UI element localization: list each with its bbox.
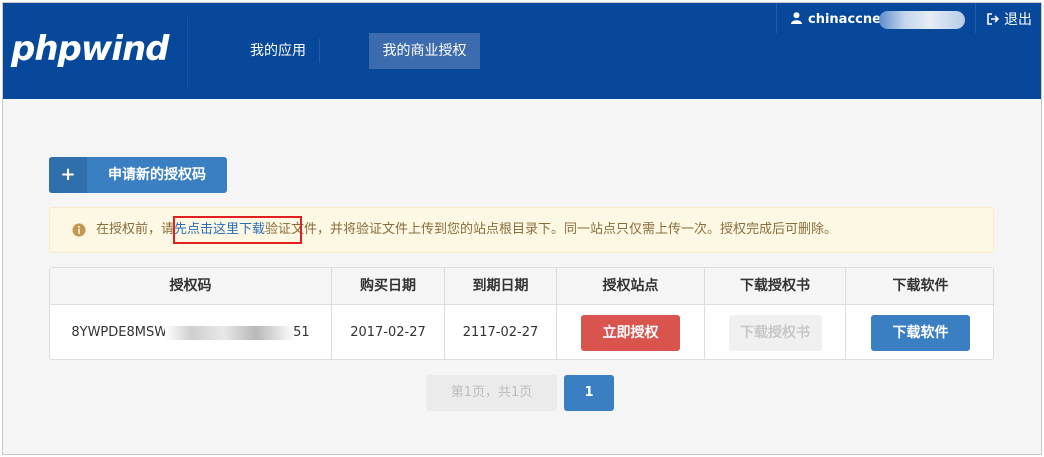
col-header-code: 授权码 (169, 278, 212, 294)
col-header-software-download: 下载软件 (845, 268, 995, 304)
col-header-license-download: 下载授权书 (704, 268, 845, 304)
app-frame: phpwind 我的应用 我的商业授权 chinaccne 退出 + 申请新的授… (2, 2, 1042, 455)
page-1-button[interactable]: 1 (564, 375, 614, 411)
alert-suffix: 验证文件，并将验证文件上传到您的站点根目录下。同一站点只仅需上传一次。授权完成后… (265, 222, 838, 237)
logo-divider (186, 17, 187, 89)
col-header-expire-date: 到期日期 (444, 268, 556, 304)
table-header: 授权码 购买日期 到期日期 授权站点 下载授权书 下载软件 (50, 268, 993, 305)
sign-out-icon (987, 13, 1000, 25)
col-header-site: 授权站点 (556, 268, 704, 304)
license-download-cell: 下载授权书 (704, 305, 845, 360)
col-header-purchase-date: 购买日期 (331, 268, 444, 304)
apply-new-code-label: 申请新的授权码 (108, 167, 206, 183)
apply-new-code-button[interactable]: + 申请新的授权码 (49, 157, 227, 193)
license-code-start: 8YWPDE8MSW (71, 325, 168, 340)
user-menu[interactable]: chinaccne (791, 10, 965, 30)
topbar-divider (975, 3, 976, 33)
alert-prefix: 在授权前，请 (96, 222, 175, 237)
user-icon (791, 12, 802, 24)
purchase-date-cell: 2017-02-27 (331, 305, 444, 360)
license-code-end: 51 (293, 325, 310, 340)
nav-divider (319, 39, 320, 63)
logout-label: 退出 (1004, 12, 1032, 28)
warning-alert: 在授权前，请先点击这里下载验证文件，并将验证文件上传到您的站点根目录下。同一站点… (49, 207, 994, 253)
phpwind-logo[interactable]: phpwind (11, 29, 169, 69)
logout-link[interactable]: 退出 (987, 10, 1032, 30)
license-code-redaction (165, 325, 296, 340)
expire-date-cell: 2117-02-27 (444, 305, 556, 360)
software-download-cell: 下载软件 (845, 305, 995, 360)
nav-my-apps[interactable]: 我的应用 (236, 33, 320, 69)
table-row: 8YWPDE8MSW 51 2017-02-27 2117-02-27 立即授权 … (50, 305, 993, 360)
nav-my-business-license[interactable]: 我的商业授权 (369, 33, 480, 69)
authorize-now-button[interactable]: 立即授权 (581, 314, 680, 351)
download-software-button[interactable]: 下载软件 (871, 314, 970, 351)
site-cell: 立即授权 (556, 305, 704, 360)
username-redaction (878, 10, 965, 29)
download-license-button[interactable]: 下载授权书 (728, 314, 822, 351)
topbar-divider (776, 3, 777, 33)
license-table: 授权码 购买日期 到期日期 授权站点 下载授权书 下载软件 8YWPDE8MSW… (49, 267, 994, 360)
pagination-info: 第1页，共1页 (426, 375, 557, 411)
info-icon (72, 223, 86, 237)
username: chinaccne (808, 12, 881, 27)
license-code-cell: 8YWPDE8MSW 51 (50, 305, 331, 360)
annotation-highlight-box (173, 216, 302, 244)
top-header: phpwind 我的应用 我的商业授权 chinaccne 退出 (3, 3, 1041, 99)
plus-icon: + (49, 157, 87, 193)
